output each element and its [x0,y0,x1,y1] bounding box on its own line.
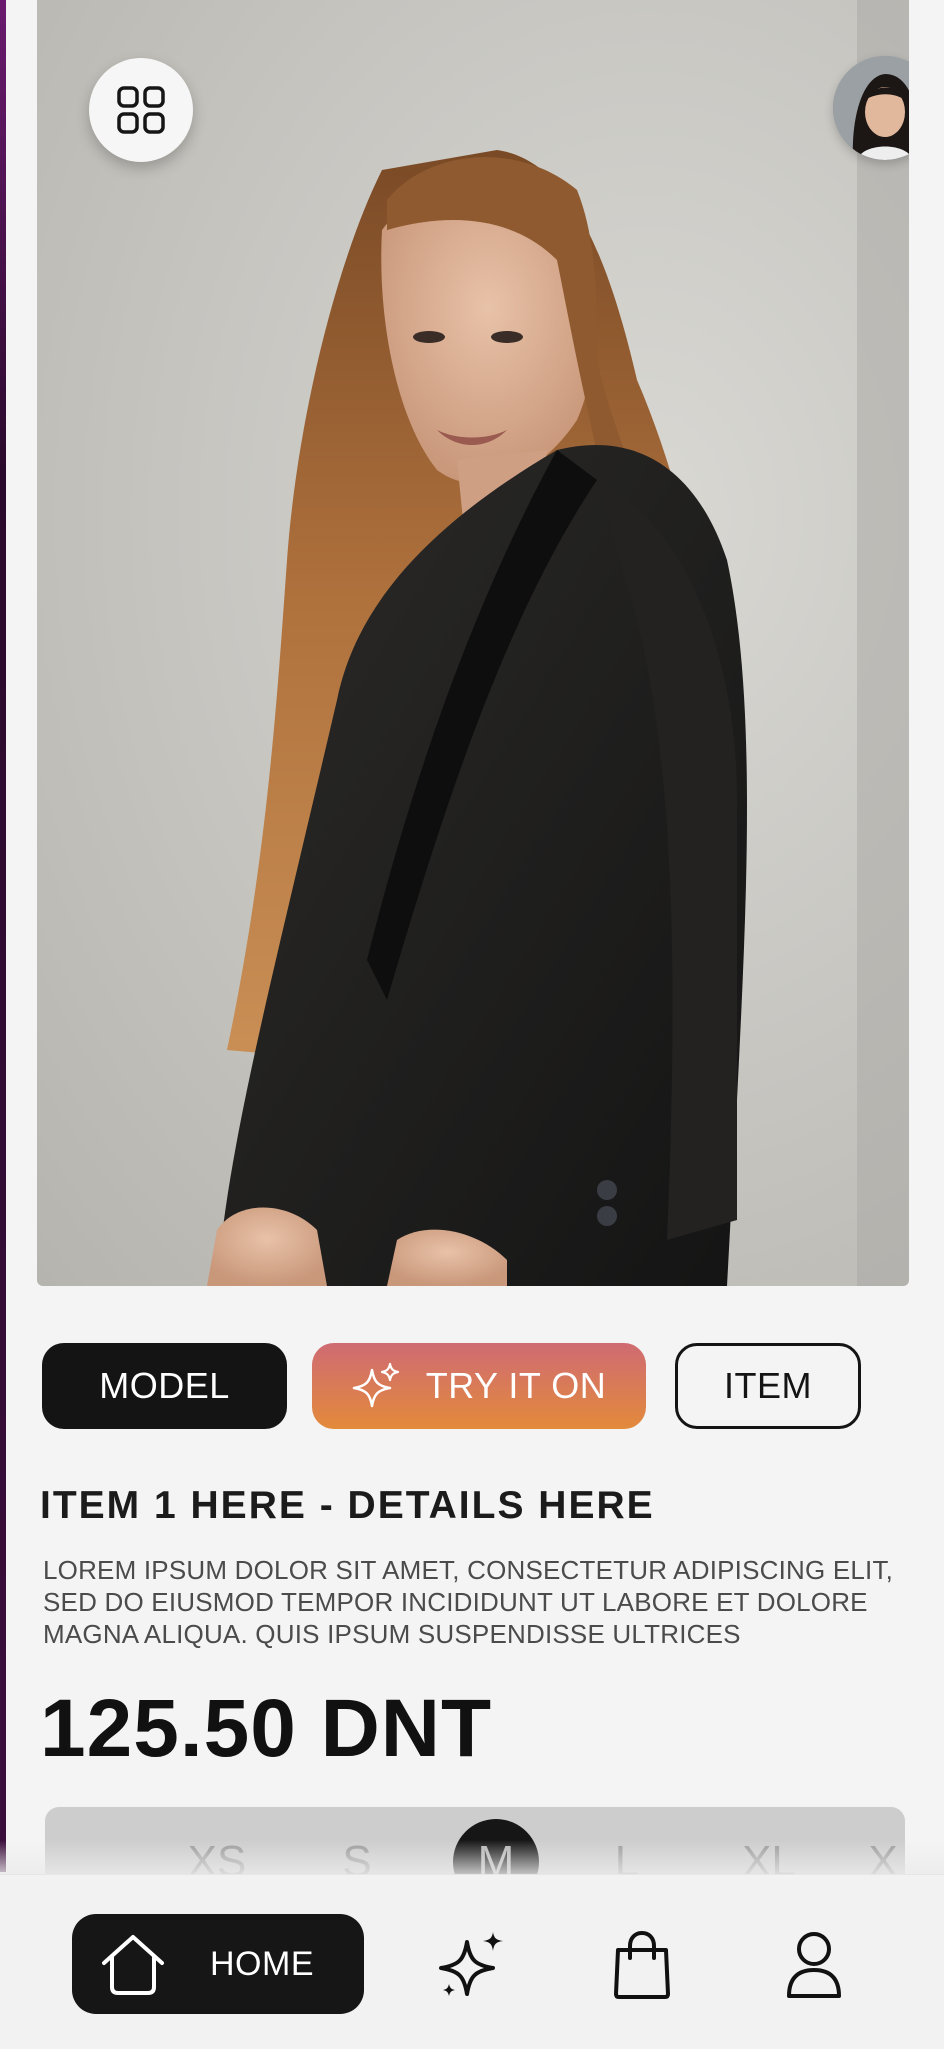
product-description: LOREM IPSUM DOLOR SIT AMET, CONSECTETUR … [43,1555,894,1649]
model-illustration [207,0,909,1286]
model-photo [37,0,909,1286]
try-it-on-label: TRY IT ON [425,1365,607,1406]
nav-home-button[interactable]: HOME [72,1914,364,2014]
tab-model[interactable]: MODEL [42,1343,287,1429]
tab-item[interactable]: ITEM [675,1343,861,1429]
home-icon [102,1935,164,1995]
bottom-navigation: HOME [0,1874,944,2049]
nav-try-on-button[interactable] [432,1925,512,2005]
nav-cart-button[interactable] [602,1925,682,2005]
grid-icon [117,86,165,134]
nav-profile-button[interactable] [774,1925,854,2005]
tab-model-label: MODEL [99,1365,230,1406]
menu-button[interactable] [89,58,193,162]
tab-item-label: ITEM [724,1365,812,1406]
sparkles-icon [439,1932,503,1996]
product-title: ITEM 1 HERE - DETAILS HERE [40,1484,655,1527]
product-price: 125.50 DNT [40,1683,493,1774]
try-it-on-button[interactable]: TRY IT ON [312,1343,646,1429]
shopping-bag-icon [614,1930,670,1999]
sparkles-icon [352,1362,399,1408]
profile-icon [787,1932,841,1998]
nav-home-label: HOME [210,1944,314,1983]
edge-strip [0,0,6,1872]
